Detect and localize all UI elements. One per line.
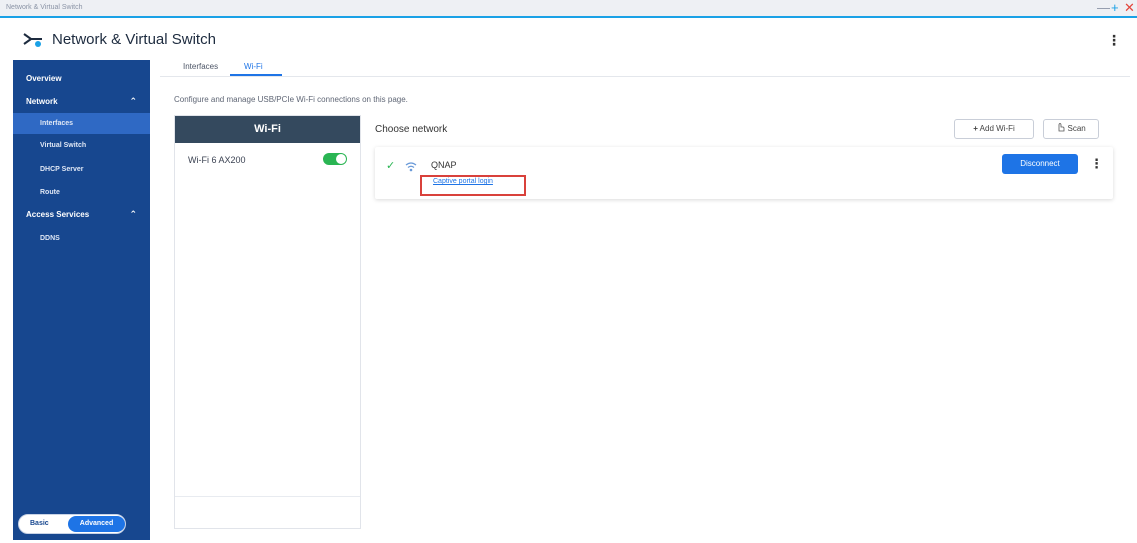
sidebar-item-network[interactable]: Network ⌃	[13, 91, 150, 112]
plus-icon: +	[973, 124, 978, 133]
sidebar-item-dhcp-server[interactable]: DHCP Server	[13, 159, 150, 180]
close-icon[interactable]: ✕	[1124, 1, 1135, 15]
sidebar-item-label: Overview	[26, 74, 62, 83]
disconnect-button[interactable]: Disconnect	[1002, 154, 1078, 174]
minimize-icon[interactable]: —	[1097, 1, 1110, 15]
mode-toggle[interactable]: Basic Advanced	[18, 514, 126, 534]
chevron-up-icon: ⌃	[129, 96, 137, 106]
add-wifi-button[interactable]: + Add Wi-Fi	[954, 119, 1034, 139]
panel-divider	[175, 496, 360, 497]
captive-portal-login-link[interactable]: Captive portal login	[433, 178, 493, 185]
wifi-adapter-toggle[interactable]	[323, 153, 347, 165]
wifi-adapter-panel: Wi-Fi Wi-Fi 6 AX200	[174, 115, 361, 529]
network-item-qnap[interactable]: ✓ QNAP Captive portal login Disconnect ⋮	[375, 147, 1113, 199]
maximize-icon[interactable]: +	[1111, 1, 1119, 15]
sidebar-item-route[interactable]: Route	[13, 182, 150, 203]
mode-advanced-option[interactable]: Advanced	[68, 516, 125, 532]
wifi-signal-icon	[405, 162, 417, 172]
sidebar-item-label: Interfaces	[40, 120, 74, 127]
app-header: Network & Virtual Switch ⋮	[0, 20, 1137, 58]
wifi-panel-header: Wi-Fi	[175, 116, 360, 143]
sidebar-item-label: DDNS	[40, 235, 60, 242]
hand-icon	[1058, 123, 1065, 132]
add-wifi-label: Add Wi-Fi	[979, 124, 1015, 133]
network-ssid: QNAP	[431, 160, 457, 170]
more-options-icon[interactable]: ⋮	[1107, 32, 1121, 49]
toggle-knob	[336, 154, 346, 164]
sidebar-item-interfaces[interactable]: Interfaces	[13, 113, 150, 134]
window-titlebar: Network & Virtual Switch — + ✕	[0, 0, 1137, 18]
sidebar-item-overview[interactable]: Overview	[13, 68, 150, 89]
chevron-up-icon: ⌃	[129, 209, 137, 219]
sidebar-item-ddns[interactable]: DDNS	[13, 228, 150, 249]
network-more-icon[interactable]: ⋮	[1090, 156, 1103, 172]
mode-basic-option[interactable]: Basic	[30, 520, 49, 527]
sidebar-item-label: Access Services	[26, 210, 90, 219]
scan-button[interactable]: Scan	[1043, 119, 1099, 139]
choose-network-heading: Choose network	[375, 124, 448, 135]
scan-label: Scan	[1067, 124, 1086, 133]
sidebar-item-label: Route	[40, 189, 60, 196]
sidebar-item-label: DHCP Server	[40, 166, 84, 173]
sidebar-item-access-services[interactable]: Access Services ⌃	[13, 204, 150, 225]
tab-divider	[160, 76, 1130, 77]
sidebar: Overview Network ⌃ Interfaces Virtual Sw…	[13, 60, 150, 540]
window-title: Network & Virtual Switch	[6, 4, 83, 11]
tab-interfaces[interactable]: Interfaces	[183, 62, 218, 71]
wifi-adapter-name[interactable]: Wi-Fi 6 AX200	[188, 155, 246, 165]
page-description: Configure and manage USB/PCIe Wi-Fi conn…	[174, 95, 408, 104]
sidebar-item-label: Virtual Switch	[40, 142, 87, 149]
connected-check-icon: ✓	[386, 160, 396, 172]
tab-wifi[interactable]: Wi-Fi	[244, 62, 263, 71]
network-switch-icon	[23, 33, 42, 47]
sidebar-item-virtual-switch[interactable]: Virtual Switch	[13, 135, 150, 156]
sidebar-item-label: Network	[26, 97, 58, 106]
app-title: Network & Virtual Switch	[52, 31, 216, 48]
